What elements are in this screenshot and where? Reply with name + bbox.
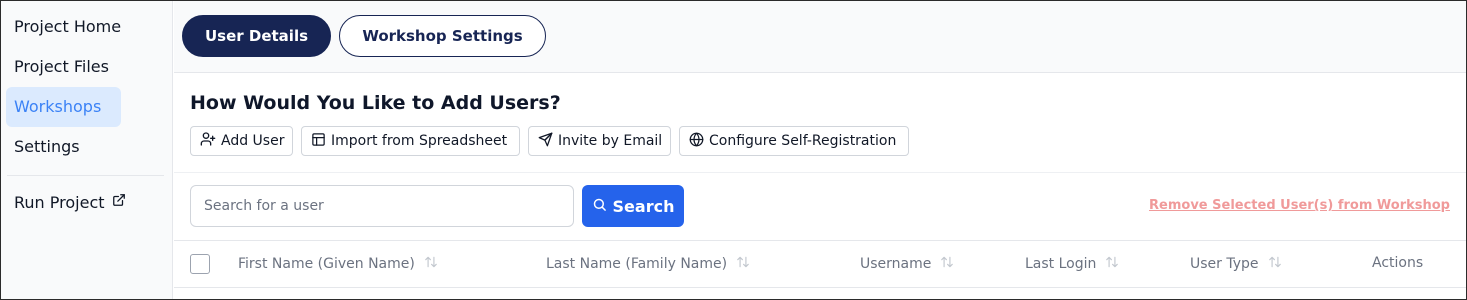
table-top-border — [174, 240, 1466, 241]
table-header-border — [174, 287, 1466, 288]
sidebar-item-settings[interactable]: Settings — [6, 127, 121, 167]
add-user-label: Add User — [221, 133, 285, 149]
column-header-actions: Actions — [1372, 255, 1423, 271]
import-spreadsheet-label: Import from Spreadsheet — [331, 133, 508, 149]
remove-selected-users-link[interactable]: Remove Selected User(s) from Workshop — [1149, 198, 1450, 213]
search-icon — [592, 197, 613, 216]
column-header-username[interactable]: Username — [860, 255, 954, 273]
sort-icon[interactable] — [1268, 255, 1282, 273]
add-user-button[interactable]: Add User — [190, 126, 293, 156]
column-header-user-type[interactable]: User Type — [1190, 255, 1282, 273]
search-button-label: Search — [612, 196, 675, 216]
main-content: User Details Workshop Settings How Would… — [174, 1, 1466, 299]
sidebar-item-label: Project Home — [14, 17, 122, 36]
search-input[interactable] — [190, 185, 574, 227]
column-header-label: First Name (Given Name) — [238, 256, 415, 272]
invite-by-email-button[interactable]: Invite by Email — [528, 126, 671, 156]
column-header-label: Actions — [1372, 255, 1424, 271]
sidebar-item-label: Workshops — [14, 97, 102, 116]
tab-bar: User Details Workshop Settings — [174, 1, 1466, 73]
external-link-icon — [112, 182, 126, 222]
column-header-last-login[interactable]: Last Login — [1025, 255, 1119, 273]
column-header-label: Username — [860, 256, 932, 272]
sidebar-item-label: Project Files — [14, 57, 109, 76]
sidebar-item-project-files[interactable]: Project Files — [6, 47, 121, 87]
column-header-label: Last Name (Family Name) — [546, 256, 728, 272]
import-spreadsheet-button[interactable]: Import from Spreadsheet — [301, 126, 520, 156]
sort-icon[interactable] — [736, 255, 750, 273]
sort-icon[interactable] — [424, 255, 438, 273]
sidebar-item-label: Settings — [14, 137, 80, 156]
send-icon — [538, 132, 558, 151]
invite-by-email-label: Invite by Email — [558, 133, 663, 149]
sort-icon[interactable] — [940, 255, 954, 273]
globe-icon — [689, 132, 709, 151]
column-header-label: User Type — [1190, 256, 1259, 272]
configure-self-registration-label: Configure Self-Registration — [709, 133, 897, 149]
user-plus-icon — [200, 131, 221, 151]
column-header-first-name[interactable]: First Name (Given Name) — [238, 255, 438, 273]
run-project-link[interactable]: Run Project — [6, 183, 156, 223]
sidebar-item-project-home[interactable]: Project Home — [6, 7, 121, 47]
select-all-checkbox[interactable] — [190, 254, 210, 274]
run-project-label: Run Project — [14, 193, 105, 212]
tab-workshop-settings[interactable]: Workshop Settings — [339, 15, 546, 57]
add-users-heading: How Would You Like to Add Users? — [190, 92, 561, 114]
sidebar-divider — [7, 175, 164, 176]
configure-self-registration-button[interactable]: Configure Self-Registration — [679, 126, 909, 156]
table-icon — [311, 132, 331, 151]
sidebar-item-workshops[interactable]: Workshops — [6, 87, 121, 127]
section-divider — [174, 172, 1466, 173]
column-header-label: Last Login — [1025, 256, 1097, 272]
sort-icon[interactable] — [1105, 255, 1119, 273]
column-header-last-name[interactable]: Last Name (Family Name) — [546, 255, 750, 273]
search-button[interactable]: Search — [582, 185, 684, 227]
tab-user-details[interactable]: User Details — [182, 15, 331, 57]
sidebar: Project Home Project Files Workshops Set… — [1, 1, 173, 299]
